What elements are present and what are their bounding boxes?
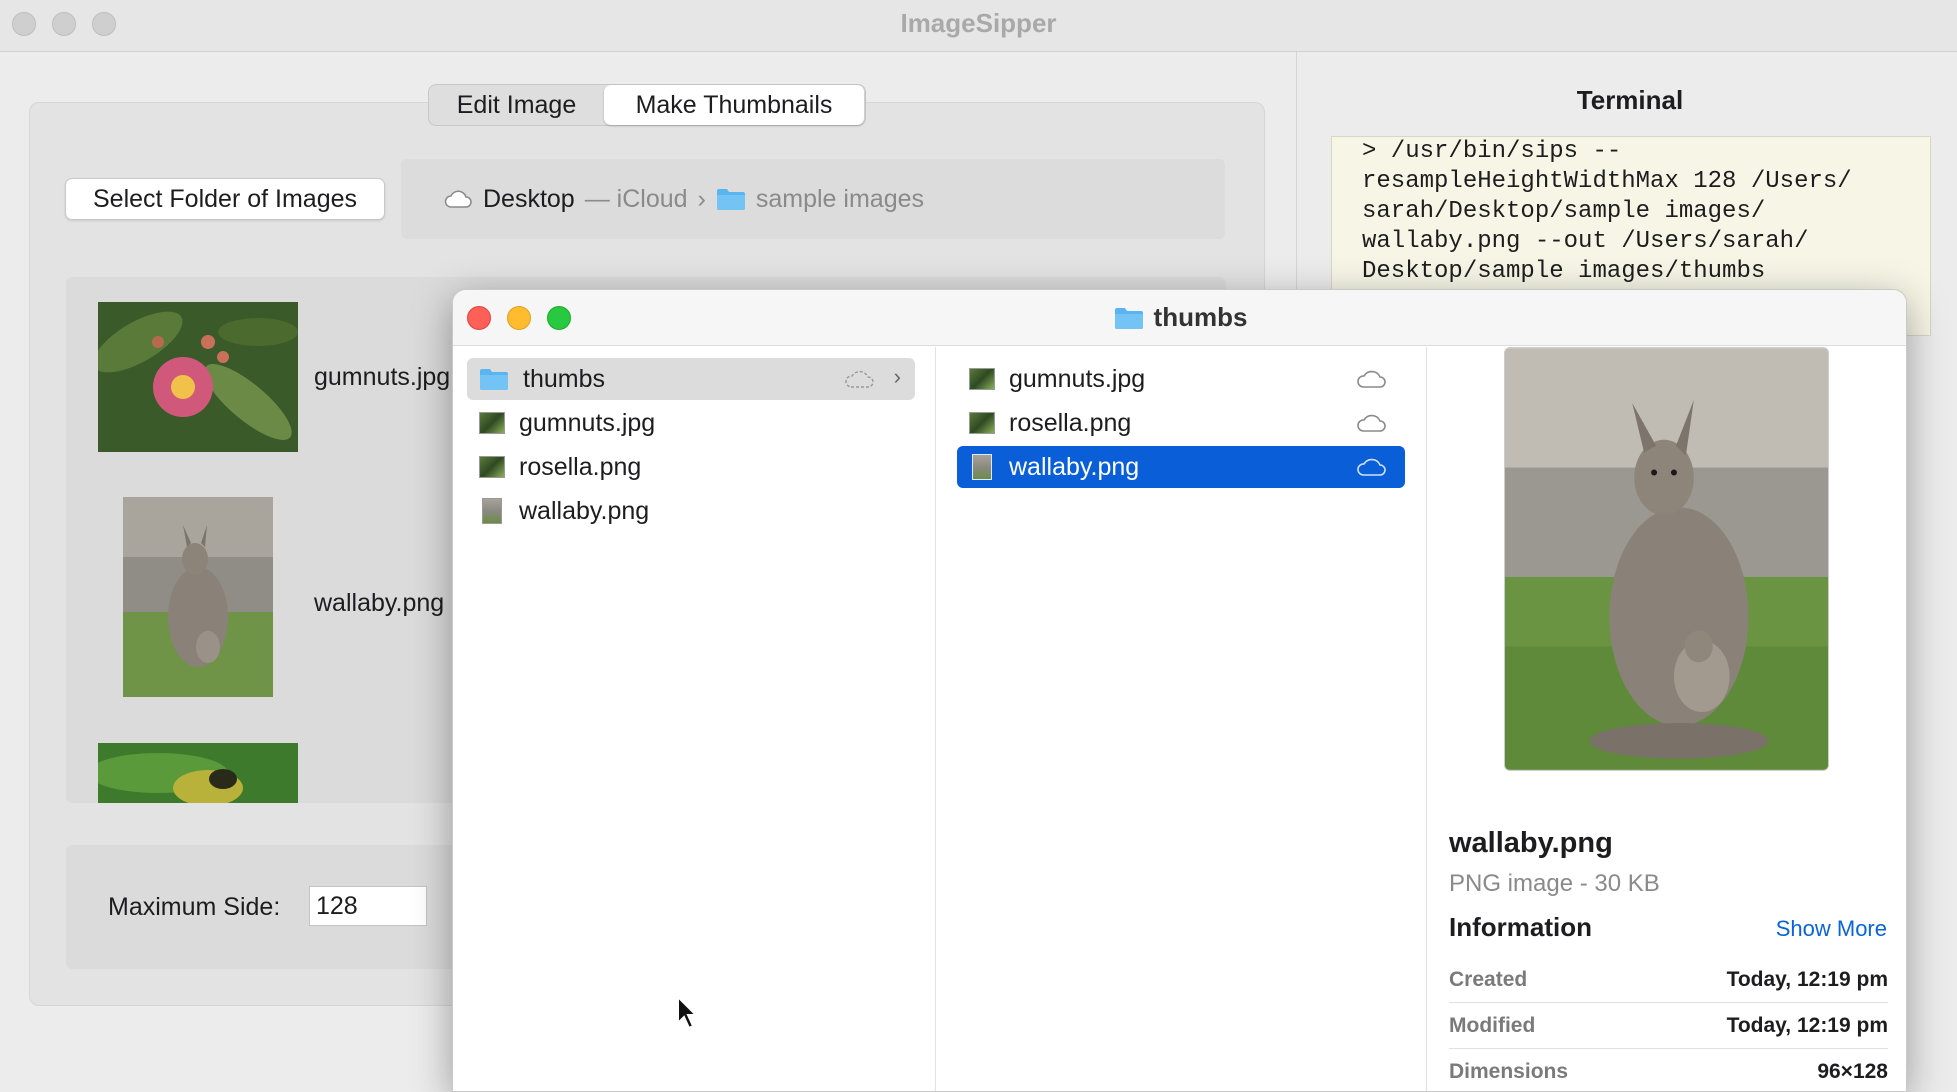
path-separator: › (697, 184, 706, 213)
image-file-icon (479, 412, 505, 434)
info-row-modified: Modified Today, 12:19 pm (1449, 1003, 1888, 1049)
finder-item-label: gumnuts.jpg (519, 408, 656, 437)
app-title: ImageSipper (900, 8, 1057, 38)
finder-column-1: thumbs › gumnuts.jpg rosella.png wallaby… (453, 347, 936, 1091)
thumbnail-label: wallaby.png (314, 589, 445, 617)
finder-row-thumbs-folder[interactable]: thumbs › (467, 358, 915, 400)
cloud-upload-icon (845, 370, 874, 388)
image-file-icon (482, 498, 502, 524)
finder-column-2: gumnuts.jpg rosella.png wallaby.png (937, 347, 1427, 1091)
info-value: Today, 12:19 pm (1726, 967, 1888, 991)
mode-segmented-control: Edit Image Make Thumbnails (428, 84, 866, 126)
finder-preview-column: wallaby.png PNG image - 30 KB Informatio… (1428, 347, 1906, 1091)
gumnuts-thumbnail (98, 302, 298, 452)
tab-edit-image[interactable]: Edit Image (429, 85, 604, 125)
finder-item-label: thumbs (523, 364, 605, 393)
info-row-created: Created Today, 12:19 pm (1449, 957, 1888, 1003)
preview-file-name: wallaby.png (1449, 827, 1613, 859)
finder-row-selected[interactable]: wallaby.png (957, 446, 1405, 488)
finder-item-label: wallaby.png (1009, 452, 1140, 481)
folder-icon (1114, 307, 1143, 329)
finder-item-label: rosella.png (519, 452, 642, 481)
select-folder-button[interactable]: Select Folder of Images (65, 178, 385, 220)
finder-row[interactable]: rosella.png (957, 402, 1405, 444)
folder-icon (716, 189, 745, 210)
preview-info-heading: Information (1449, 912, 1592, 942)
finder-titlebar: thumbs (453, 290, 1906, 346)
info-key: Dimensions (1449, 1059, 1569, 1083)
info-value: 96×128 (1817, 1059, 1888, 1083)
info-value: Today, 12:19 pm (1726, 1013, 1888, 1037)
tab-make-thumbnails[interactable]: Make Thumbnails (604, 85, 864, 125)
info-key: Modified (1449, 1013, 1536, 1037)
finder-title-text: thumbs (1153, 302, 1248, 332)
icloud-icon (1357, 414, 1386, 432)
info-key: Created (1449, 967, 1528, 991)
chevron-right-icon: › (893, 364, 901, 389)
finder-row[interactable]: rosella.png (467, 446, 915, 488)
image-file-icon (479, 456, 505, 478)
mouse-pointer-icon (677, 995, 699, 1030)
finder-item-label: wallaby.png (519, 496, 650, 525)
max-side-input[interactable]: 128 (309, 886, 427, 926)
path-desktop: Desktop (483, 184, 575, 213)
wallaby-thumbnail (123, 497, 273, 697)
finder-row[interactable]: gumnuts.jpg (467, 402, 915, 444)
path-folder: sample images (755, 184, 925, 213)
folder-icon (480, 369, 508, 390)
finder-window: thumbs thumbs › gumnuts.jpg rosella.png … (452, 289, 1907, 1092)
image-file-icon (972, 454, 992, 480)
folder-path-control[interactable]: Desktop — iCloud › sample images (401, 159, 1225, 239)
path-icloud: — iCloud (584, 184, 688, 213)
show-more-link[interactable]: Show More (1776, 916, 1887, 942)
finder-title: thumbs (453, 302, 1906, 333)
info-row-dimensions: Dimensions 96×128 (1449, 1049, 1888, 1091)
rosella-thumbnail (98, 743, 298, 803)
image-file-icon (969, 368, 995, 390)
terminal-title: Terminal (1576, 85, 1684, 115)
finder-row[interactable]: gumnuts.jpg (957, 358, 1405, 400)
icloud-icon (1357, 458, 1386, 476)
preview-file-kind: PNG image - 30 KB (1449, 870, 1660, 897)
max-side-label: Maximum Side: (108, 893, 281, 921)
icloud-icon (1357, 370, 1386, 388)
thumbnail-label: gumnuts.jpg (314, 363, 451, 391)
finder-item-label: rosella.png (1009, 408, 1132, 437)
image-file-icon (969, 412, 995, 434)
finder-row[interactable]: wallaby.png (467, 490, 915, 532)
imagesipper-window: ImageSipper Edit Image Make Thumbnails S… (0, 0, 1957, 1092)
finder-item-label: gumnuts.jpg (1009, 364, 1146, 393)
app-titlebar: ImageSipper (0, 0, 1957, 52)
cloud-icon (444, 190, 472, 208)
wallaby-preview-image (1504, 347, 1829, 771)
